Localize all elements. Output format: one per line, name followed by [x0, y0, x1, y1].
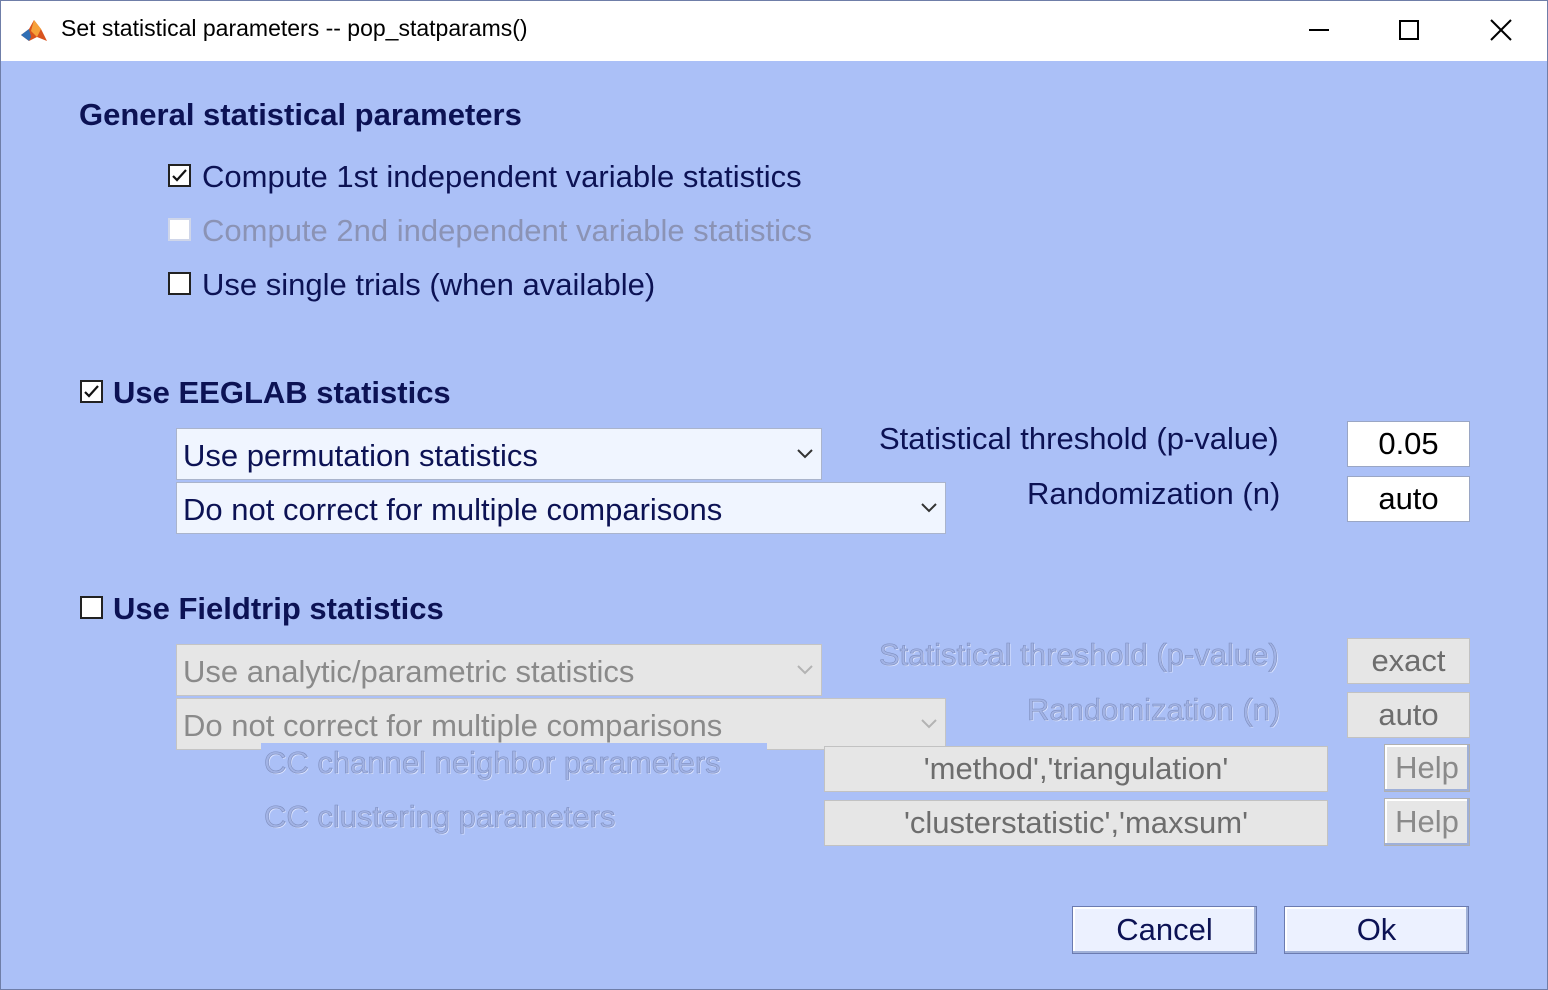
fieldtrip-randomization-label: Randomization (n)	[1027, 692, 1281, 728]
fieldtrip-threshold-label: Statistical threshold (p-value)	[879, 637, 1279, 673]
compute-2nd-checkbox[interactable]	[168, 218, 191, 241]
close-button[interactable]	[1455, 1, 1547, 59]
eeglab-method-value: Use permutation statistics	[183, 438, 538, 473]
maximize-icon	[1399, 20, 1419, 40]
fieldtrip-method-value: Use analytic/parametric statistics	[183, 654, 635, 689]
fieldtrip-randomization-input[interactable]: auto	[1347, 692, 1470, 738]
window-title: Set statistical parameters -- pop_statpa…	[61, 15, 528, 41]
title-bar[interactable]: Set statistical parameters -- pop_statpa…	[1, 1, 1547, 61]
eeglab-correction-value: Do not correct for multiple comparisons	[183, 492, 723, 527]
cancel-button[interactable]: Cancel	[1072, 906, 1257, 954]
eeglab-threshold-input[interactable]: 0.05	[1347, 421, 1470, 467]
chevron-down-icon	[789, 645, 821, 695]
fieldtrip-neighbor-label: CC channel neighbor parameters	[264, 745, 721, 781]
use-fieldtrip-heading[interactable]: Use Fieldtrip statistics	[113, 591, 444, 627]
checkmark-icon	[172, 169, 187, 182]
neighbor-help-button[interactable]: Help	[1384, 744, 1470, 792]
eeglab-method-select[interactable]: Use permutation statistics	[176, 428, 822, 480]
ok-button[interactable]: Ok	[1284, 906, 1469, 954]
chevron-down-icon	[789, 429, 821, 479]
dialog-content: General statistical parameters Compute 1…	[1, 61, 1547, 989]
compute-1st-label[interactable]: Compute 1st independent variable statist…	[202, 159, 802, 195]
compute-2nd-label[interactable]: Compute 2nd independent variable statist…	[202, 213, 812, 249]
matlab-icon	[19, 17, 49, 45]
chevron-down-icon	[913, 483, 945, 533]
fieldtrip-neighbor-input[interactable]: 'method','triangulation'	[824, 746, 1328, 792]
compute-1st-checkbox[interactable]	[168, 164, 191, 187]
single-trials-label[interactable]: Use single trials (when available)	[202, 267, 655, 303]
fieldtrip-cluster-label: CC clustering parameters	[264, 799, 616, 835]
use-fieldtrip-checkbox[interactable]	[80, 596, 103, 619]
fieldtrip-cluster-input[interactable]: 'clusterstatistic','maxsum'	[824, 800, 1328, 846]
close-icon	[1490, 19, 1512, 41]
fieldtrip-method-select[interactable]: Use analytic/parametric statistics	[176, 644, 822, 696]
use-eeglab-heading[interactable]: Use EEGLAB statistics	[113, 375, 451, 411]
eeglab-threshold-label: Statistical threshold (p-value)	[879, 421, 1279, 456]
general-heading: General statistical parameters	[79, 97, 522, 132]
eeglab-randomization-input[interactable]: auto	[1347, 476, 1470, 522]
minimize-button[interactable]	[1273, 1, 1365, 59]
cluster-help-button[interactable]: Help	[1384, 798, 1470, 846]
eeglab-correction-select[interactable]: Do not correct for multiple comparisons	[176, 482, 946, 534]
maximize-button[interactable]	[1363, 1, 1455, 59]
chevron-down-icon	[913, 699, 945, 749]
dialog-window: Set statistical parameters -- pop_statpa…	[0, 0, 1548, 990]
checkmark-icon	[84, 385, 99, 398]
single-trials-checkbox[interactable]	[168, 272, 191, 295]
use-eeglab-checkbox[interactable]	[80, 380, 103, 403]
fieldtrip-threshold-input[interactable]: exact	[1347, 638, 1470, 684]
eeglab-randomization-label: Randomization (n)	[1027, 476, 1281, 511]
minimize-icon	[1309, 29, 1329, 31]
fieldtrip-correction-value: Do not correct for multiple comparisons	[183, 708, 723, 743]
